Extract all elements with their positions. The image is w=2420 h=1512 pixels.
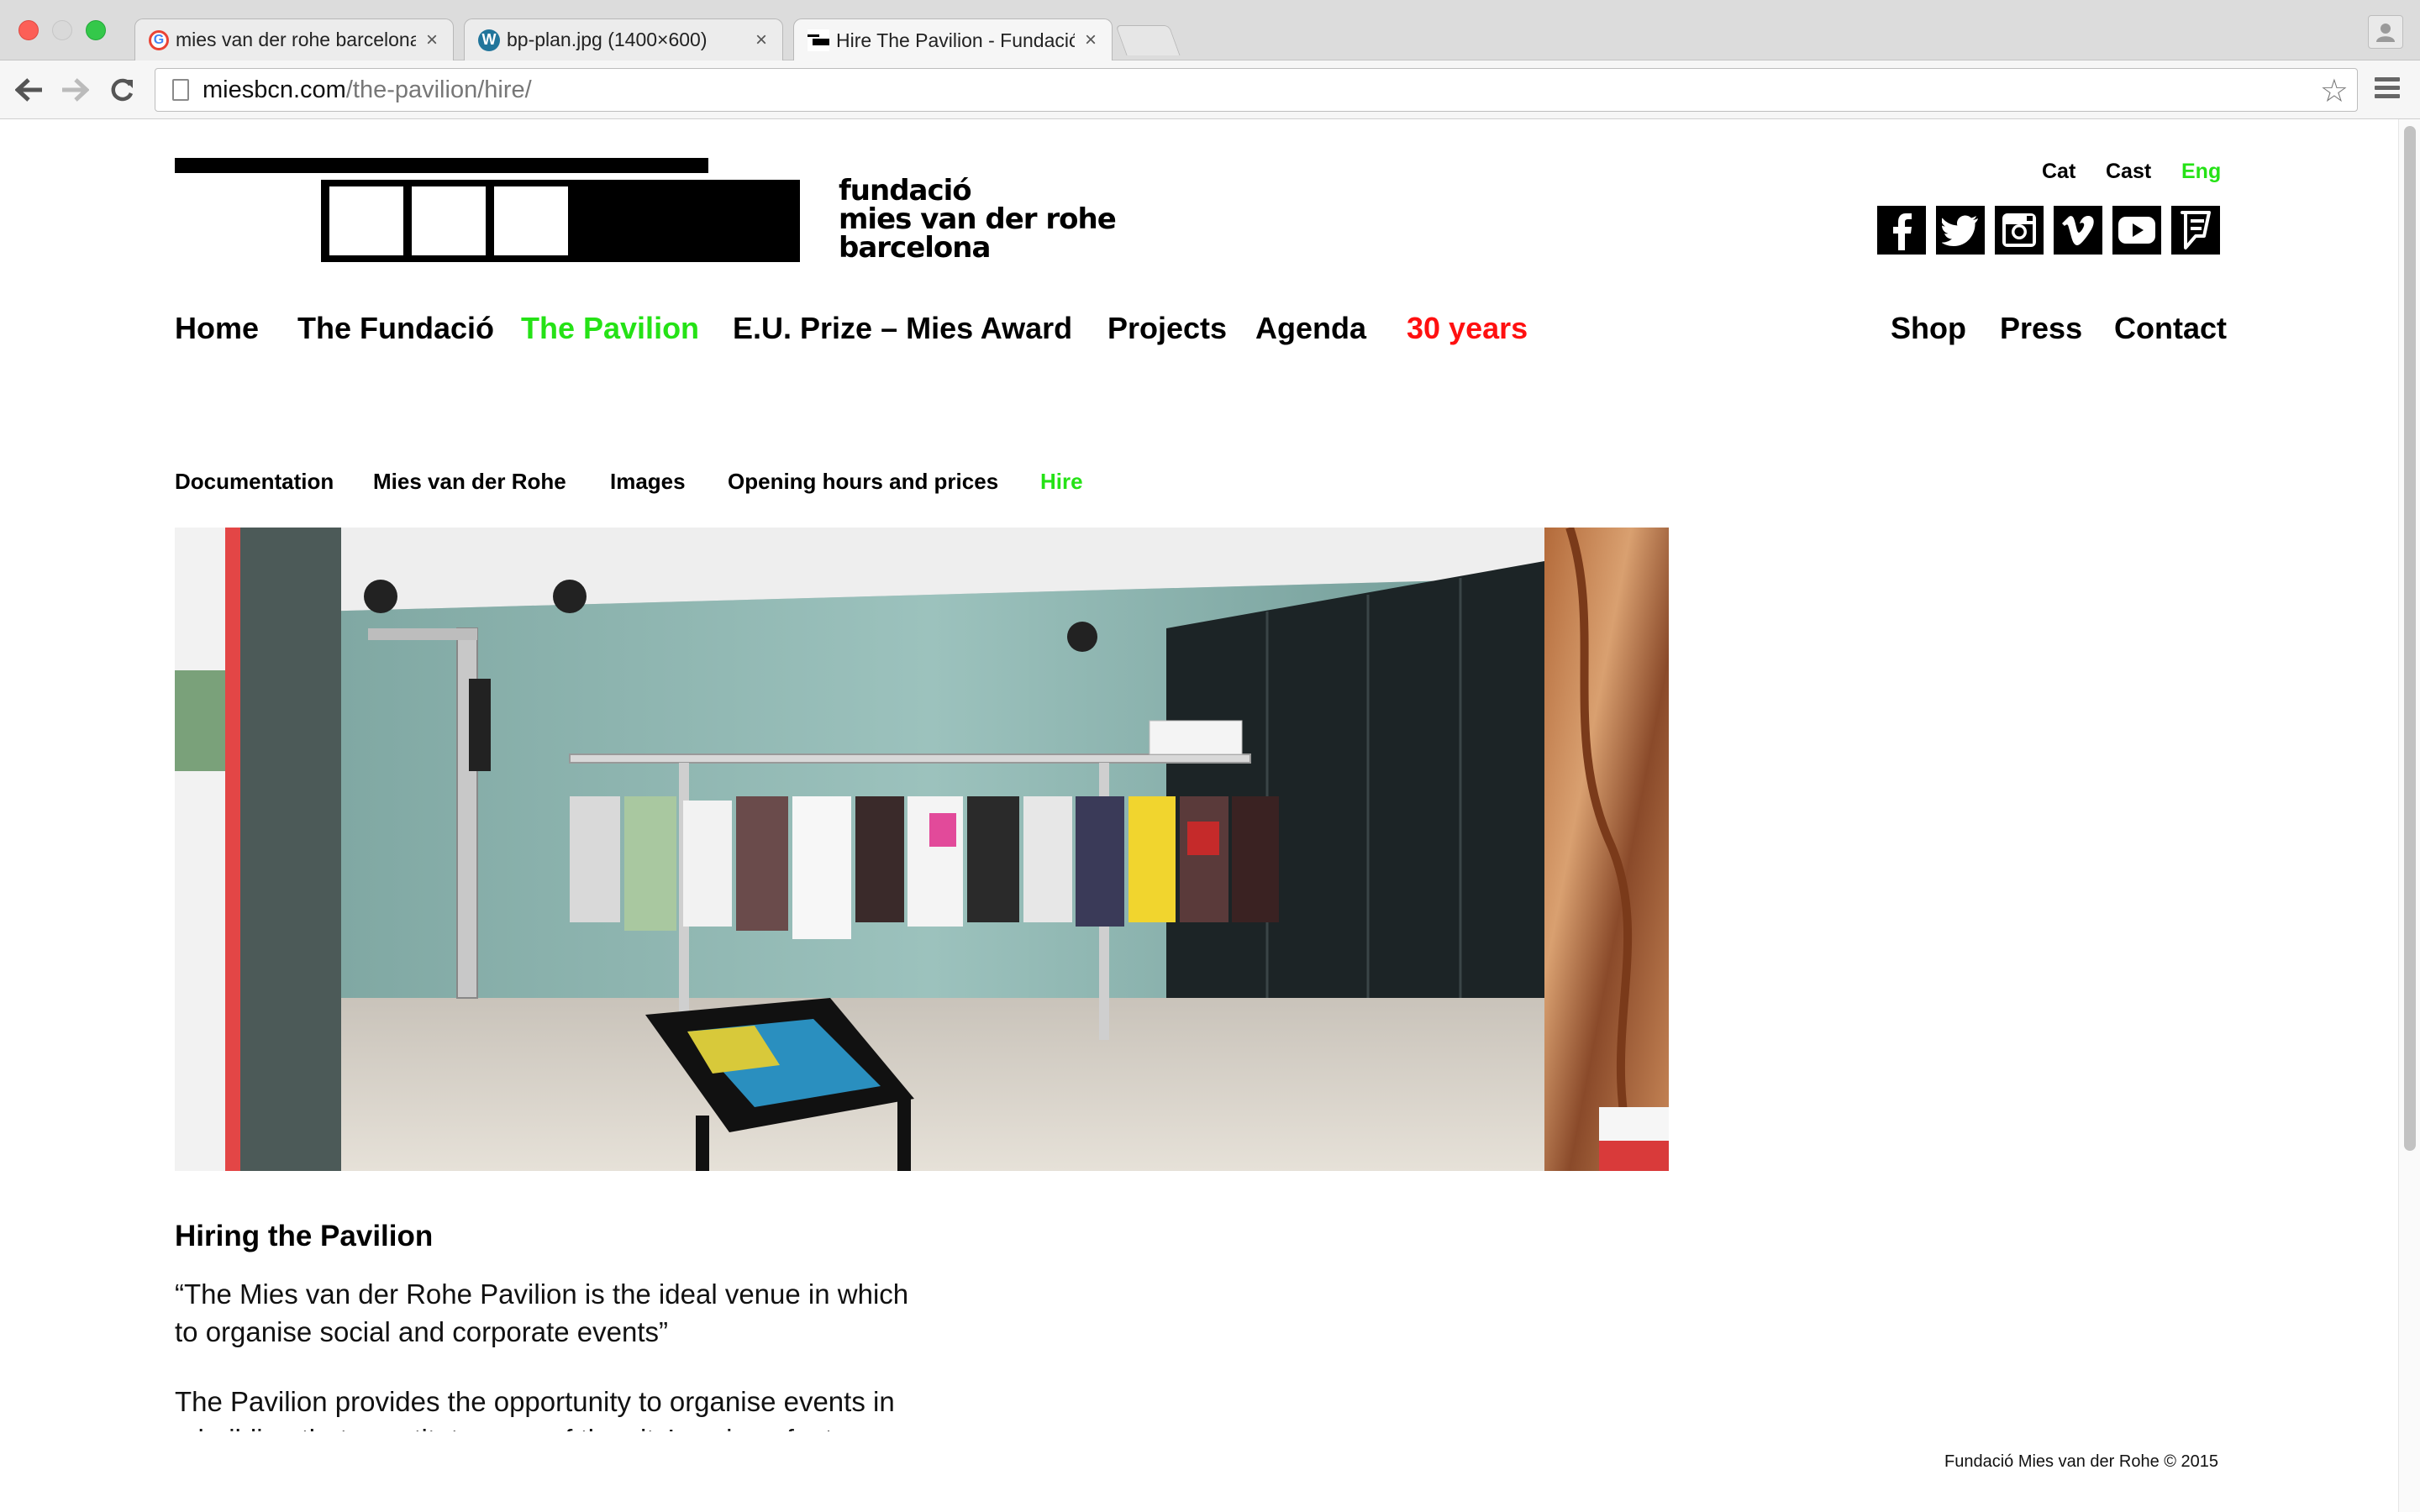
lang-eng-link[interactable]: Eng: [2181, 160, 2221, 184]
youtube-icon[interactable]: [2112, 206, 2161, 255]
browser-tab-1[interactable]: G mies van der rohe barcelona ×: [134, 18, 454, 60]
subnav-documentation[interactable]: Documentation: [175, 469, 334, 495]
vimeo-icon[interactable]: [2054, 206, 2102, 255]
browser-toolbar: miesbcn.com/the-pavilion/hire/ ☆: [0, 60, 2420, 119]
nav-the-fundacio[interactable]: The Fundació: [297, 311, 494, 346]
lang-cat-link[interactable]: Cat: [2042, 160, 2075, 184]
fundacio-logo[interactable]: fundació mies van der rohe barcelona: [175, 158, 1141, 267]
maximize-window-button[interactable]: [86, 20, 106, 40]
scrollbar-thumb[interactable]: [2404, 126, 2416, 1151]
subnav-mies-van-der-rohe[interactable]: Mies van der Rohe: [373, 469, 566, 495]
subnav-images[interactable]: Images: [610, 469, 686, 495]
instagram-icon[interactable]: [1995, 206, 2044, 255]
logo-square: [494, 186, 568, 255]
browser-menu-icon[interactable]: [2375, 77, 2400, 101]
pavilion-event-photo: [175, 528, 1669, 1171]
close-tab-icon[interactable]: ×: [755, 29, 767, 52]
nav-press[interactable]: Press: [2000, 311, 2082, 346]
logo-bar: [175, 158, 708, 173]
wordpress-icon: W: [478, 29, 500, 51]
lang-cast-link[interactable]: Cast: [2106, 160, 2151, 184]
subnav-opening-hours[interactable]: Opening hours and prices: [728, 469, 998, 495]
nav-agenda[interactable]: Agenda: [1255, 311, 1366, 346]
nav-shop[interactable]: Shop: [1891, 311, 1966, 346]
tab-title: bp-plan.jpg (1400×600): [507, 29, 708, 50]
facebook-icon[interactable]: [1877, 206, 1926, 255]
logo-square: [412, 186, 486, 255]
browser-tab-strip: G mies van der rohe barcelona × W bp-pla…: [0, 0, 2420, 61]
back-icon[interactable]: [10, 71, 49, 109]
page-scrollbar[interactable]: [2398, 119, 2420, 1512]
section-title: Hiring the Pavilion: [175, 1220, 434, 1252]
tab-title: Hire The Pavilion - Fundació: [836, 29, 1075, 51]
address-bar[interactable]: miesbcn.com/the-pavilion/hire/ ☆: [155, 68, 2358, 112]
forward-icon[interactable]: [55, 71, 94, 109]
web-page: fundació mies van der rohe barcelona Cat…: [0, 119, 2398, 1512]
twitter-icon[interactable]: [1936, 206, 1985, 255]
nav-the-pavilion[interactable]: The Pavilion: [521, 311, 699, 346]
close-window-button[interactable]: [18, 20, 39, 40]
profile-icon[interactable]: [2368, 15, 2403, 49]
url-domain: miesbcn.com: [203, 76, 346, 103]
quote-text: “The Mies van der Rohe Pavilion is the i…: [175, 1278, 909, 1347]
logo-text: fundació mies van der rohe barcelona: [839, 174, 1117, 265]
nav-contact[interactable]: Contact: [2114, 311, 2227, 346]
page-icon: [172, 79, 189, 101]
minimize-window-button[interactable]: [52, 20, 72, 40]
logo-square: [329, 186, 403, 255]
nav-30-years[interactable]: 30 years: [1407, 311, 1528, 346]
nav-eu-prize[interactable]: E.U. Prize – Mies Award: [733, 311, 1072, 346]
reload-icon[interactable]: [103, 71, 141, 109]
close-tab-icon[interactable]: ×: [1085, 29, 1097, 52]
subnav-hire[interactable]: Hire: [1040, 469, 1083, 495]
browser-tab-2[interactable]: W bp-plan.jpg (1400×600) ×: [464, 18, 783, 60]
nav-projects[interactable]: Projects: [1107, 311, 1227, 346]
footer-copyright: Fundació Mies van der Rohe © 2015: [1944, 1452, 2219, 1471]
browser-tab-3-active[interactable]: Hire The Pavilion - Fundació ×: [793, 18, 1113, 61]
fundacio-icon: [808, 29, 829, 51]
foursquare-icon[interactable]: [2171, 206, 2220, 255]
url-path: /the-pavilion/hire/: [345, 76, 532, 103]
google-icon: G: [149, 29, 169, 50]
nav-home[interactable]: Home: [175, 311, 259, 346]
body-paragraph: The Pavilion provides the opportunity to…: [175, 1386, 909, 1431]
bookmark-star-icon[interactable]: ☆: [2320, 72, 2349, 110]
new-tab-button[interactable]: [1115, 25, 1181, 55]
close-tab-icon[interactable]: ×: [426, 29, 438, 52]
tab-title: mies van der rohe barcelona: [176, 29, 416, 50]
